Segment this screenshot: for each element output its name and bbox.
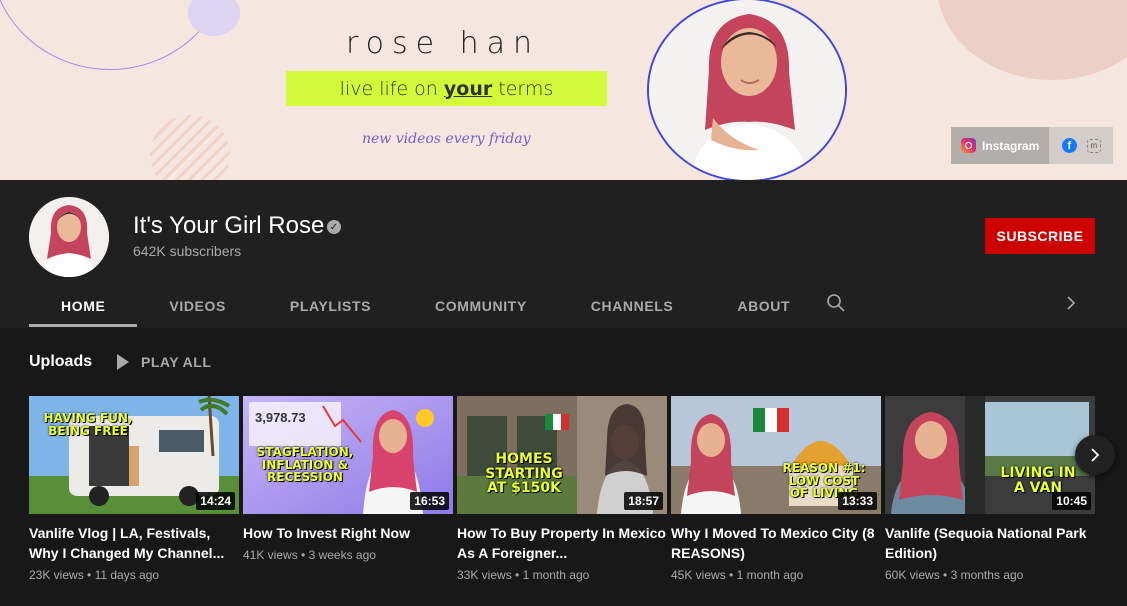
video-card[interactable]: 3,978.73 STAGFLATION, INFLATION & RECESS… <box>243 396 453 562</box>
website-icon[interactable]: m <box>1086 138 1101 153</box>
video-thumbnail[interactable]: HOMES STARTING AT $150K 18:57 <box>457 396 667 514</box>
video-meta: 23K views • 11 days ago <box>29 568 160 582</box>
chart-number-text: 3,978.73 <box>255 410 306 425</box>
home-content: Uploads PLAY ALL HAVING FUN, BEING FREE … <box>0 328 1127 606</box>
tab-home[interactable]: HOME <box>29 284 138 328</box>
video-card[interactable]: LIVING IN A VAN 10:45 Vanlife (Sequoia N… <box>885 396 1095 582</box>
banner-brand-name: rose han <box>346 26 541 61</box>
uploads-title[interactable]: Uploads <box>29 353 92 371</box>
video-duration: 10:45 <box>1052 492 1091 510</box>
instagram-icon <box>961 138 976 153</box>
video-card[interactable]: REASON #1: LOW COST OF LIVING 13:33 Why … <box>671 396 881 582</box>
channel-name: It's Your Girl Rose <box>133 212 325 239</box>
tab-channels[interactable]: CHANNELS <box>559 284 706 328</box>
tab-playlists[interactable]: PLAYLISTS <box>258 284 403 328</box>
video-card[interactable]: HOMES STARTING AT $150K 18:57 How To Buy… <box>457 396 667 582</box>
video-thumbnail[interactable]: LIVING IN A VAN 10:45 <box>885 396 1095 514</box>
video-thumbnail[interactable]: 3,978.73 STAGFLATION, INFLATION & RECESS… <box>243 396 453 514</box>
instagram-label: Instagram <box>982 138 1040 153</box>
video-duration: 16:53 <box>410 492 449 510</box>
video-meta: 41K views • 3 weeks ago <box>243 548 376 562</box>
banner-decor-stripes <box>150 115 230 180</box>
banner-portrait <box>647 0 847 180</box>
video-title[interactable]: How To Buy Property In Mexico As A Forei… <box>457 523 667 563</box>
thumbnail-overlay-text: LIVING IN A VAN <box>1000 465 1076 496</box>
play-icon <box>117 354 129 370</box>
tab-videos[interactable]: VIDEOS <box>137 284 258 328</box>
video-title[interactable]: Why I Moved To Mexico City (8 REASONS) <box>671 523 881 563</box>
carousel-next-button[interactable] <box>1075 435 1115 475</box>
thumbnail-overlay-text: HOMES STARTING AT $150K <box>485 451 563 497</box>
search-icon[interactable] <box>826 293 846 313</box>
play-all-label: PLAY ALL <box>141 354 212 370</box>
verified-check-icon: ✓ <box>327 220 341 234</box>
chevron-right-icon <box>1091 448 1100 462</box>
video-title[interactable]: Vanlife (Sequoia National Park Edition) <box>885 523 1095 563</box>
video-meta: 33K views • 1 month ago <box>457 568 590 582</box>
social-other-links: f m <box>1049 127 1114 164</box>
thumbnail-overlay-text: HAVING FUN, BEING FREE <box>43 411 133 438</box>
thumbnail-overlay-text: STAGFLATION, INFLATION & RECESSION <box>256 445 354 485</box>
subscriber-count: 642K subscribers <box>133 243 242 259</box>
video-duration: 13:33 <box>838 492 877 510</box>
chevron-right-icon[interactable] <box>1063 295 1079 311</box>
play-all-button[interactable]: PLAY ALL <box>117 354 211 370</box>
banner-decor-blob <box>937 0 1127 80</box>
banner-tagline-box: live life on your terms <box>286 71 607 106</box>
channel-header: It's Your Girl Rose ✓ 642K subscribers S… <box>0 180 1127 328</box>
video-card[interactable]: HAVING FUN, BEING FREE 14:24 Vanlife Vlo… <box>29 396 239 582</box>
video-title[interactable]: How To Invest Right Now <box>243 523 453 543</box>
banner-social-links: Instagram f m <box>951 127 1114 164</box>
video-thumbnail[interactable]: HAVING FUN, BEING FREE 14:24 <box>29 396 239 514</box>
instagram-link[interactable]: Instagram <box>951 127 1050 164</box>
facebook-icon[interactable]: f <box>1061 138 1077 153</box>
video-title[interactable]: Vanlife Vlog | LA, Festivals, Why I Chan… <box>29 523 239 563</box>
channel-banner: rose han live life on your terms new vid… <box>0 0 1127 180</box>
video-duration: 14:24 <box>196 492 235 510</box>
channel-avatar[interactable] <box>29 197 109 277</box>
video-duration: 18:57 <box>624 492 663 510</box>
video-thumbnail[interactable]: REASON #1: LOW COST OF LIVING 13:33 <box>671 396 881 514</box>
video-meta: 45K views • 1 month ago <box>671 568 804 582</box>
channel-tabs: HOME VIDEOS PLAYLISTS COMMUNITY CHANNELS… <box>29 284 822 328</box>
subscribe-button[interactable]: SUBSCRIBE <box>985 218 1095 254</box>
banner-tagline: live life on your terms <box>339 77 554 100</box>
tab-about[interactable]: ABOUT <box>705 284 822 328</box>
banner-schedule: new videos every friday <box>362 131 531 147</box>
tab-community[interactable]: COMMUNITY <box>403 284 559 328</box>
video-meta: 60K views • 3 months ago <box>885 568 1024 582</box>
